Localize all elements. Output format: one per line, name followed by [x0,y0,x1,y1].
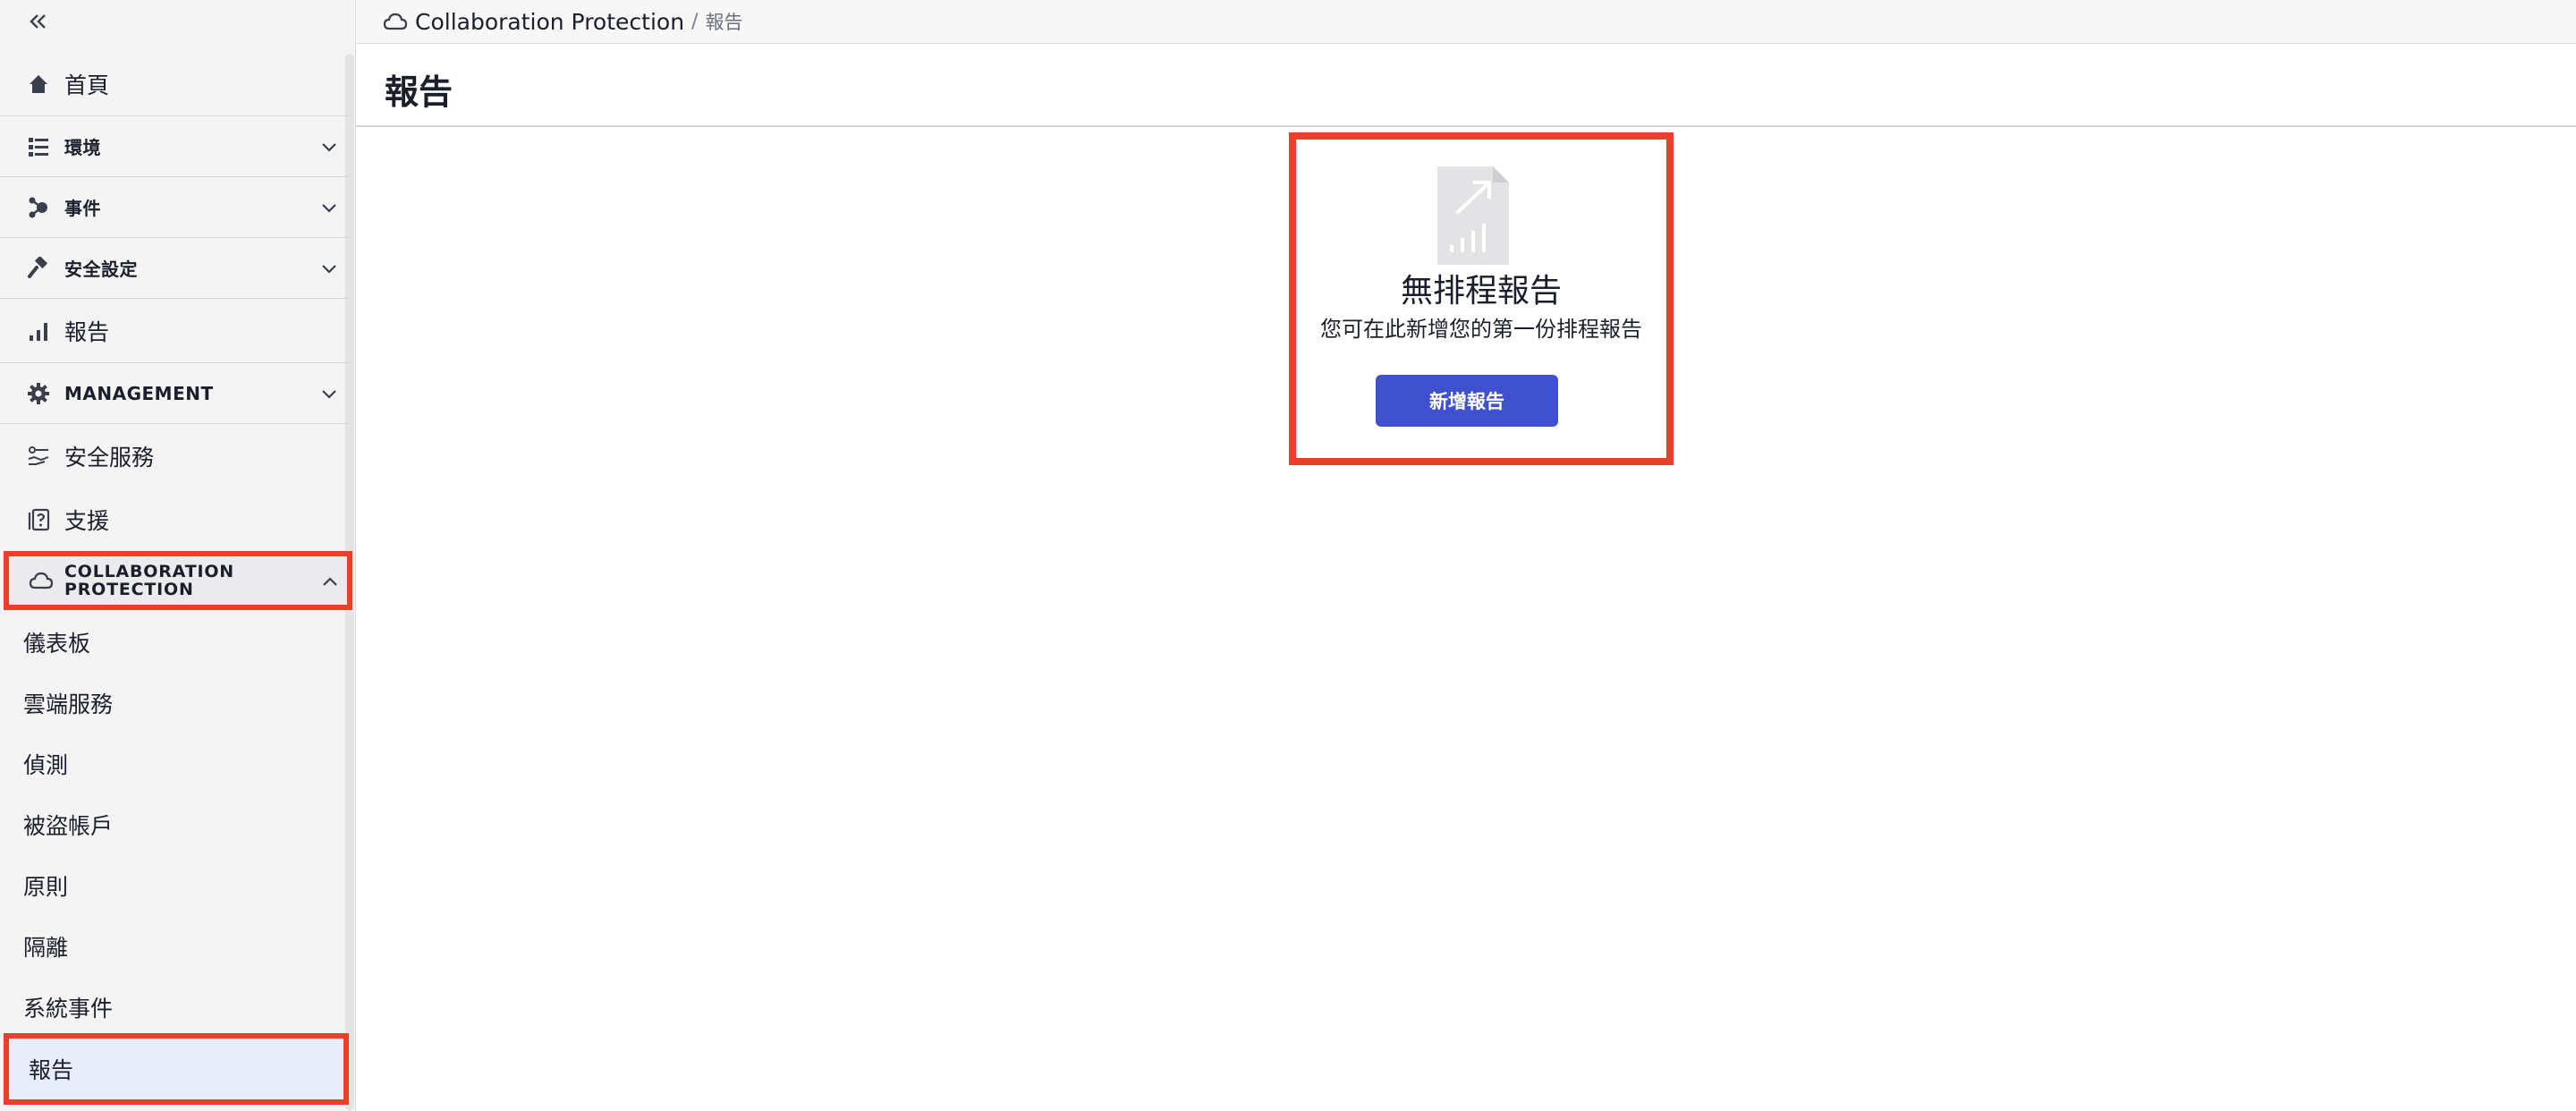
collapse-sidebar-button[interactable] [21,5,54,38]
chevron-down-icon [317,381,342,406]
title-divider [356,125,2576,127]
sidebar-item-label: 事件 [64,198,101,219]
chevron-down-icon [317,134,342,159]
home-icon [25,71,52,98]
breadcrumb: Collaboration Protection / 報告 [356,0,2576,44]
sidebar-subitem-detections[interactable]: 偵測 [0,734,349,793]
sidebar-item-management[interactable]: MANAGEMENT [0,363,349,424]
double-chevron-left-icon [30,14,46,29]
page-title: 報告 [385,72,453,112]
sidebar-subitem-label: 雲端服務 [23,691,114,717]
empty-state-subtitle: 您可在此新增您的第一份排程報告 [1320,317,1642,342]
sidebar-subitem-quarantine[interactable]: 隔離 [0,917,349,976]
sidebar-item-label: 環境 [64,137,101,158]
sidebar-item-support[interactable]: 支援 [0,488,349,551]
support-icon [25,506,52,533]
cloud-icon [29,570,54,591]
list-icon [25,133,52,160]
chevron-down-icon [317,195,342,220]
sidebar-section-collaboration-protection[interactable]: COLLABORATION PROTECTION [4,551,352,610]
sidebar-item-label: 支援 [64,508,110,534]
report-document-icon [1437,166,1509,265]
sidebar-item-label: 報告 [64,318,110,345]
sidebar-subitem-system-events[interactable]: 系統事件 [0,978,349,1037]
empty-state-panel: 無排程報告 您可在此新增您的第一份排程報告 新增報告 [1289,132,1674,465]
empty-state-title: 無排程報告 [1400,273,1562,310]
sidebar-subitem-label: 儀表板 [23,631,91,657]
sidebar-item-label: 安全服務 [64,445,155,471]
service-icon [25,443,52,470]
sidebar-subitem-label: 原則 [23,874,69,900]
chevron-down-icon [317,256,342,281]
sidebar-item-label: 安全設定 [64,259,138,280]
breadcrumb-root-link[interactable]: Collaboration Protection [415,9,684,35]
sidebar-section-label: COLLABORATION PROTECTION [64,562,234,599]
breadcrumb-separator: / [691,10,699,33]
sidebar-subitem-label: 報告 [29,1057,74,1083]
bar-chart-icon [25,318,52,344]
sidebar-subitem-label: 系統事件 [23,996,114,1022]
sidebar-item-environment[interactable]: 環境 [0,116,349,177]
sidebar-item-home[interactable]: 首頁 [0,52,349,116]
gear-icon [25,380,52,407]
sidebar-item-incidents[interactable]: 事件 [0,177,349,238]
sidebar-item-security-settings[interactable]: 安全設定 [0,238,349,299]
incident-icon [25,194,52,221]
cloud-icon [383,11,408,32]
sidebar-subitem-cloud-services[interactable]: 雲端服務 [0,674,349,733]
chevron-up-icon [318,571,342,594]
sidebar-subitem-label: 隔離 [23,935,69,961]
sidebar-subitem-compromised-accounts[interactable]: 被盜帳戶 [0,795,349,854]
sidebar-subitem-policies[interactable]: 原則 [0,856,349,915]
sidebar-subitem-label: 偵測 [23,752,69,778]
sidebar-subitem-dashboard[interactable]: 儀表板 [0,613,349,672]
sidebar-item-security-services[interactable]: 安全服務 [0,424,349,488]
add-report-button[interactable]: 新增報告 [1376,375,1558,427]
sidebar-item-label: 首頁 [64,72,110,98]
sidebar-item-label: MANAGEMENT [64,382,214,404]
sidebar: 首頁 環境 事件 安全設定 報告 MANAGEMENT 安全服務 支援 COLL… [0,0,356,1111]
sidebar-subitem-label: 被盜帳戶 [23,813,114,839]
gavel-icon [25,255,52,282]
breadcrumb-current: 報告 [705,12,743,33]
sidebar-subitem-reports[interactable]: 報告 [4,1033,349,1105]
sidebar-item-reports[interactable]: 報告 [0,299,349,363]
